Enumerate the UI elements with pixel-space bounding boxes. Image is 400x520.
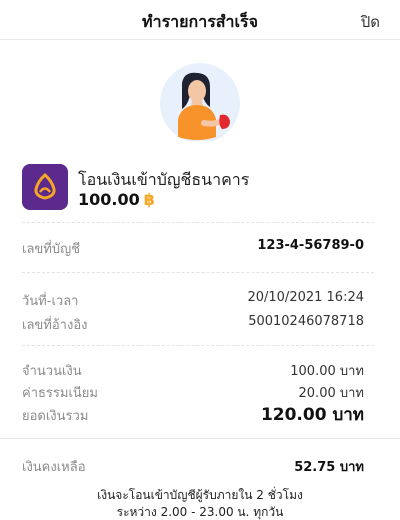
- fee-label: ค่าธรรมเนียม: [22, 386, 98, 401]
- balance-row: เงินคงเหลือ 52.75 บาท: [22, 456, 364, 476]
- close-button[interactable]: ปิด: [361, 10, 380, 34]
- divider: [22, 345, 374, 346]
- balance-label: เงินคงเหลือ: [22, 460, 86, 475]
- transfer-note: เงินจะโอนเข้าบัญชีผู้รับภายใน 2 ชั่วโมง …: [0, 487, 400, 520]
- datetime-value: 20/10/2021 16:24: [247, 290, 364, 305]
- divider: [22, 272, 374, 273]
- account-number-value: 123-4-56789-0: [257, 238, 364, 253]
- total-label: ยอดเงินรวม: [22, 409, 89, 424]
- total-value: 120.00 บาท: [260, 405, 364, 425]
- divider: [0, 438, 400, 439]
- app-header: ทำรายการสำเร็จ ปิด: [0, 0, 400, 40]
- total-row: ยอดเงินรวม 120.00 บาท: [22, 405, 364, 425]
- reference-value: 50010246078718: [248, 314, 364, 329]
- datetime-label: วันที่-เวลา: [22, 294, 79, 309]
- fee-value: 20.00 บาท: [298, 386, 364, 401]
- baht-currency-symbol: ฿: [143, 190, 155, 209]
- balance-value: 52.75 บาท: [294, 460, 364, 475]
- scb-bank-icon: [22, 164, 68, 210]
- amount-label: จำนวนเงิน: [22, 364, 82, 379]
- transfer-note-line1: เงินจะโอนเข้าบัญชีผู้รับภายใน 2 ชั่วโมง: [97, 488, 303, 502]
- transfer-note-line2: ระหว่าง 2.00 - 23.00 น. ทุกวัน: [116, 505, 284, 519]
- datetime-row: วันที่-เวลา 20/10/2021 16:24: [22, 290, 364, 310]
- divider: [22, 222, 374, 223]
- reference-label: เลขที่อ้างอิง: [22, 318, 88, 333]
- amount-value: 100.00: [78, 190, 140, 209]
- amount-row: จำนวนเงิน 100.00 บาท: [22, 360, 364, 380]
- transaction-amount: 100.00 ฿: [78, 190, 155, 209]
- account-number-label: เลขที่บัญชี: [22, 242, 81, 257]
- account-number-row: เลขที่บัญชี 123-4-56789-0: [22, 238, 364, 258]
- amount-detail-value: 100.00 บาท: [290, 364, 364, 379]
- fee-row: ค่าธรรมเนียม 20.00 บาท: [22, 382, 364, 402]
- page-title: ทำรายการสำเร็จ: [142, 12, 258, 31]
- reference-row: เลขที่อ้างอิง 50010246078718: [22, 314, 364, 334]
- success-person-illustration: [160, 63, 240, 143]
